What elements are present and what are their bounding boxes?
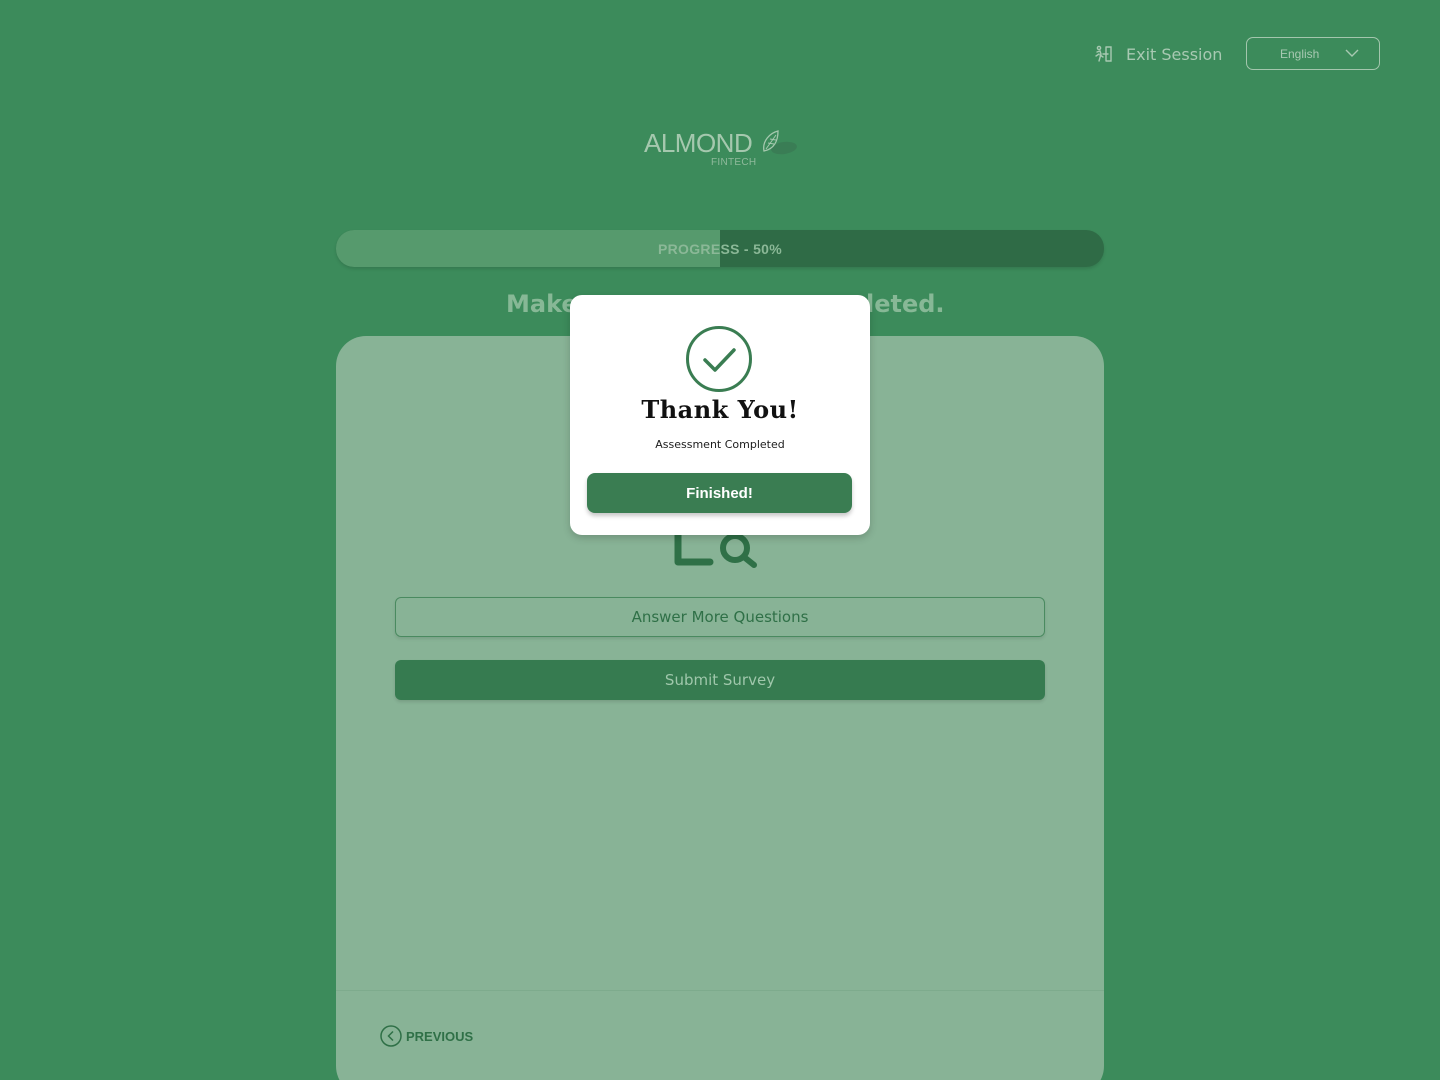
chevron-left-circle-icon	[380, 1025, 402, 1047]
heading-right: leted.	[866, 290, 945, 318]
previous-label: PREVIOUS	[406, 1028, 474, 1044]
previous-button[interactable]: PREVIOUS	[380, 1025, 473, 1047]
language-select[interactable]: English	[1246, 37, 1380, 70]
logo-word: ALMOND	[644, 128, 753, 158]
answer-more-questions-button[interactable]: Answer More Questions	[395, 597, 1045, 637]
exit-session-label: Exit Session	[1126, 44, 1223, 64]
card-footer: PREVIOUS	[336, 990, 1104, 1080]
chevron-down-icon	[1345, 46, 1359, 60]
logo-sub: FINTECH	[711, 157, 757, 168]
language-selected: English	[1280, 46, 1320, 61]
check-circle-icon	[685, 325, 753, 393]
finished-label: Finished!	[686, 484, 753, 502]
almond-fintech-logo: ALMOND FINTECH	[644, 128, 804, 172]
finished-button[interactable]: Finished!	[587, 473, 852, 513]
heading-left: Make	[506, 290, 578, 318]
answer-more-label: Answer More Questions	[631, 608, 809, 626]
progress-bar: PROGRESS - 50%	[336, 230, 1104, 267]
exit-session-button[interactable]: Exit Session	[1094, 42, 1222, 66]
progress-label: PROGRESS - 50%	[657, 240, 782, 257]
modal-title: Thank You!	[641, 395, 799, 424]
almond-leaf-icon	[760, 129, 798, 159]
submit-survey-button[interactable]: Submit Survey	[395, 660, 1045, 700]
submit-survey-label: Submit Survey	[664, 671, 776, 689]
modal-subtitle: Assessment Completed	[655, 438, 785, 451]
thank-you-modal: Thank You! Assessment Completed Finished…	[570, 295, 870, 535]
exit-person-icon	[1094, 44, 1114, 64]
